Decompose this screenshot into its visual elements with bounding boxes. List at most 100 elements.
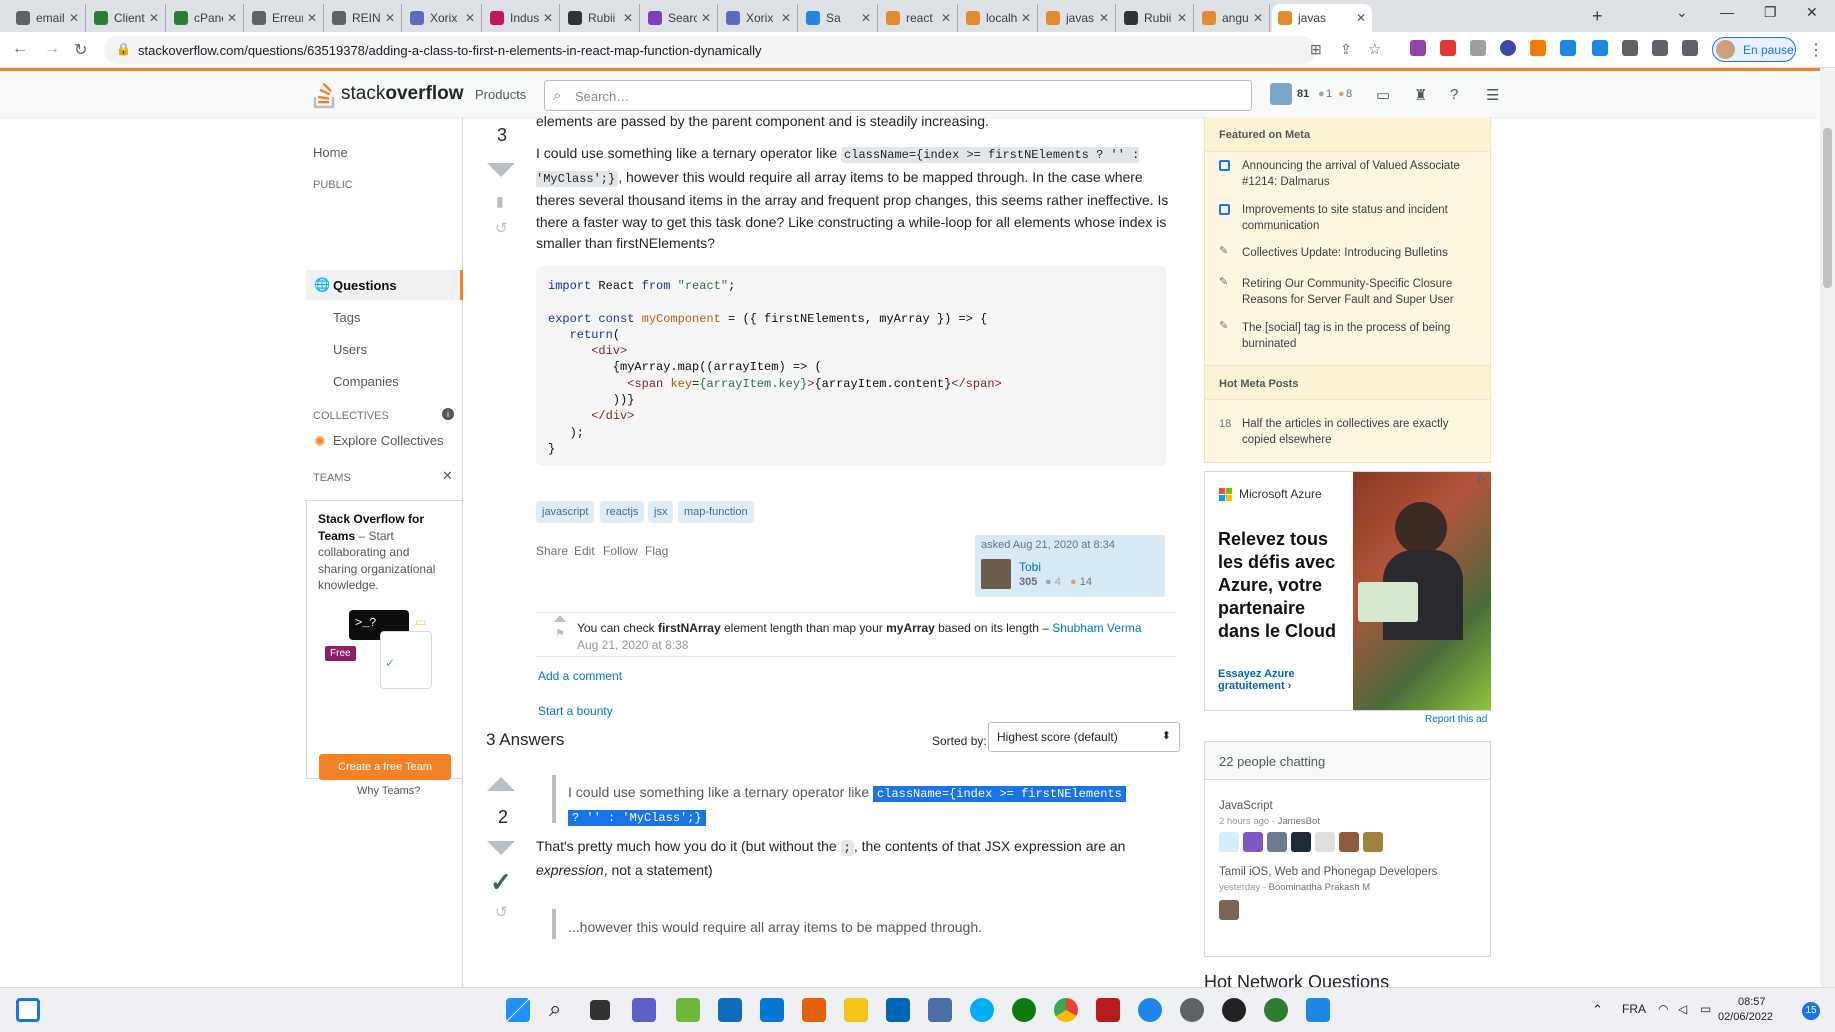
browser-tab[interactable]: Rubii ✕	[1118, 4, 1194, 32]
minimize-button[interactable]: —	[1720, 4, 1734, 20]
clock-time[interactable]: 08:57	[1738, 996, 1766, 1008]
user-name[interactable]: Tobi	[1019, 560, 1041, 574]
avatar[interactable]	[1363, 832, 1383, 852]
browser-tab[interactable]: javas ✕	[1272, 4, 1372, 32]
app-icon[interactable]	[1306, 998, 1330, 1022]
browser-tab[interactable]: Xorix ✕	[404, 4, 482, 32]
meta-item[interactable]: Improvements to site status and incident…	[1242, 202, 1472, 234]
scrollbar-thumb[interactable]	[1823, 128, 1832, 288]
browser-tab[interactable]: react ✕	[880, 4, 958, 32]
tag-javascript[interactable]: javascript	[536, 501, 595, 523]
answer-upvote-button[interactable]	[487, 777, 515, 791]
widgets-icon[interactable]	[16, 998, 40, 1022]
network-app-icon[interactable]	[928, 998, 952, 1022]
search-icon[interactable]: ⌕	[549, 996, 561, 1022]
start-windows-icon[interactable]	[506, 998, 530, 1022]
close-tab-icon[interactable]: ✕	[781, 11, 791, 25]
history-icon[interactable]: ↺	[495, 219, 508, 237]
maximize-button[interactable]: ❐	[1764, 4, 1777, 21]
notification-badge[interactable]: 15	[1802, 1002, 1820, 1020]
browser-tab[interactable]: angul ✕	[1196, 4, 1270, 32]
browser-tab[interactable]: REINS ✕	[326, 4, 402, 32]
browser-tab[interactable]: Indust ✕	[484, 4, 560, 32]
close-tab-icon[interactable]: ✕	[941, 11, 951, 25]
settings-icon[interactable]	[1180, 998, 1204, 1022]
info-icon[interactable]: i	[442, 408, 454, 420]
language-indicator[interactable]: FRA	[1622, 1002, 1646, 1016]
profile-icon[interactable]	[1264, 998, 1288, 1022]
extension-camera-icon[interactable]	[1470, 40, 1486, 56]
products-link[interactable]: Products	[475, 87, 526, 102]
extension-circle-icon[interactable]	[1500, 40, 1516, 56]
browser-tab[interactable]: Client ✕	[88, 4, 166, 32]
browser-tab[interactable]: email ✕	[10, 4, 86, 32]
close-tab-icon[interactable]: ✕	[1253, 11, 1263, 25]
extension-badge-icon[interactable]	[1440, 40, 1456, 56]
close-tab-icon[interactable]: ✕	[1099, 11, 1109, 25]
close-window-button[interactable]: ✕	[1806, 4, 1818, 21]
ad-cta[interactable]: Essayez Azure gratuitement ›	[1218, 668, 1318, 692]
browser-tab[interactable]: Rubii ✕	[562, 4, 640, 32]
nav-companies[interactable]: Companies	[333, 374, 399, 389]
extensions-puzzle-icon[interactable]	[1622, 40, 1638, 56]
avatar[interactable]	[1219, 832, 1239, 852]
translate-icon[interactable]: ⊞	[1310, 41, 1322, 58]
user-avatar[interactable]	[1270, 83, 1292, 105]
nav-explore-collectives[interactable]: Explore Collectives	[333, 433, 444, 448]
why-teams-link[interactable]: Why Teams?	[357, 785, 420, 797]
filezilla-icon[interactable]	[1096, 998, 1120, 1022]
share-link[interactable]: Share	[536, 544, 568, 558]
meta-item[interactable]: The [social] tag is in the process of be…	[1242, 320, 1472, 352]
avatar[interactable]	[1291, 832, 1311, 852]
avatar[interactable]	[1267, 832, 1287, 852]
bookmark-star-icon[interactable]: ☆	[1368, 40, 1381, 58]
store-icon[interactable]	[886, 998, 910, 1022]
nav-tags[interactable]: Tags	[333, 310, 360, 325]
tab-search-icon[interactable]: ⌄	[1676, 4, 1688, 21]
answer-downvote-button[interactable]	[487, 841, 515, 855]
close-tab-icon[interactable]: ✕	[701, 11, 711, 25]
browser-tab[interactable]: localh ✕	[960, 4, 1038, 32]
app-icon[interactable]	[1138, 998, 1162, 1022]
teams-chat-icon[interactable]	[632, 998, 656, 1022]
skype-icon[interactable]	[970, 998, 994, 1022]
sublime-icon[interactable]	[802, 998, 826, 1022]
comment-flag-icon[interactable]: ⚑	[555, 627, 565, 640]
start-bounty-link[interactable]: Start a bounty	[538, 704, 613, 718]
nav-questions[interactable]: 🌐 Questions	[306, 270, 463, 300]
close-tab-icon[interactable]: ✕	[543, 11, 553, 25]
close-tab-icon[interactable]: ✕	[861, 11, 871, 25]
downvote-button[interactable]	[487, 163, 515, 177]
help-icon[interactable]: ?	[1450, 86, 1458, 103]
site-switcher-icon[interactable]: ☰	[1486, 86, 1499, 104]
create-free-team-button[interactable]: Create a free Team	[319, 754, 451, 780]
tag-reactjs[interactable]: reactjs	[600, 501, 645, 523]
search-input[interactable]: ⌕ Search…	[544, 80, 1252, 111]
avatar[interactable]	[1219, 900, 1239, 920]
follow-link[interactable]: Follow	[603, 544, 638, 558]
hot-meta-item[interactable]: Half the articles in collectives are exa…	[1242, 416, 1472, 448]
new-tab-button[interactable]: +	[1592, 6, 1603, 27]
user-avatar[interactable]	[981, 559, 1011, 589]
extension-pen-icon[interactable]	[1410, 40, 1426, 56]
chrome-icon[interactable]	[1054, 998, 1078, 1022]
profile-pause-button[interactable]: En pause	[1712, 37, 1796, 62]
edit-link[interactable]: Edit	[574, 544, 595, 558]
comment-upvote-icon[interactable]	[554, 615, 566, 622]
side-panel-icon[interactable]	[1682, 40, 1698, 56]
adchoices-icon[interactable]: ▷	[1478, 473, 1485, 484]
browser-tab[interactable]: cPane ✕	[168, 4, 244, 32]
close-tab-icon[interactable]: ✕	[465, 11, 475, 25]
app-icon[interactable]	[676, 998, 700, 1022]
close-tab-icon[interactable]: ✕	[1021, 11, 1031, 25]
browser-tab[interactable]: Search ✕	[642, 4, 718, 32]
back-icon[interactable]: ←	[12, 40, 28, 58]
close-tab-icon[interactable]: ✕	[1177, 11, 1187, 25]
tag-map-function[interactable]: map-function	[678, 501, 754, 523]
avatar[interactable]	[1315, 832, 1335, 852]
chat-room-javascript[interactable]: JavaScript	[1219, 800, 1273, 812]
vscode-icon[interactable]	[760, 998, 784, 1022]
meta-item[interactable]: Collectives Update: Introducing Bulletin…	[1242, 245, 1472, 261]
browser-menu-icon[interactable]: ⋮	[1808, 40, 1824, 60]
outlook-icon[interactable]	[718, 998, 742, 1022]
